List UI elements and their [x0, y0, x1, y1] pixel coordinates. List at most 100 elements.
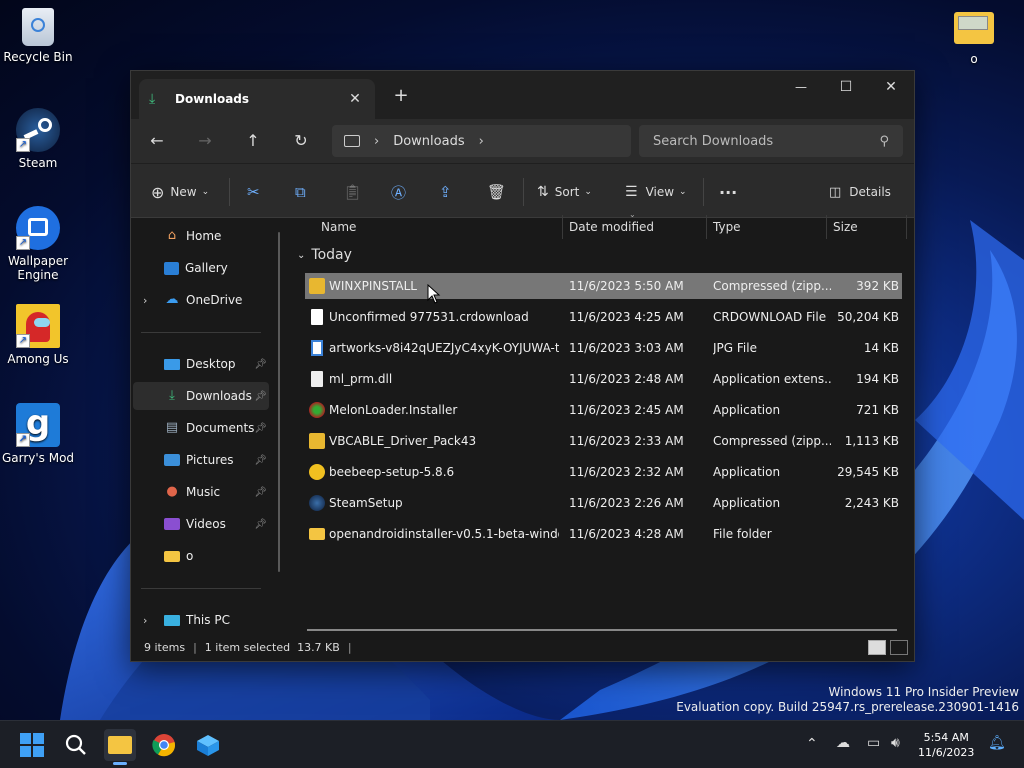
details-view-button[interactable] — [868, 640, 886, 655]
column-header-date[interactable]: Date modified — [569, 213, 654, 241]
column-header-name[interactable]: Name — [321, 213, 356, 241]
chevron-right-icon[interactable]: › — [479, 134, 484, 149]
sidebar-item-pictures[interactable]: Pictures 📌︎ — [133, 446, 269, 474]
clock[interactable]: 5:54 AM 11/6/2023 — [918, 730, 974, 760]
notification-bell-icon[interactable]: 🔔︎ — [988, 735, 1006, 751]
tab-downloads[interactable]: ⤓ Downloads ✕ — [139, 79, 375, 119]
sidebar-item-home[interactable]: ⌂ Home — [133, 222, 269, 250]
sidebar-divider — [141, 588, 261, 589]
taskbar-chrome[interactable] — [148, 729, 180, 761]
sidebar-scrollbar[interactable] — [278, 232, 280, 572]
taskbar-file-explorer[interactable] — [104, 729, 136, 765]
show-hidden-icons-button[interactable]: ⌃ — [806, 736, 818, 752]
search-input[interactable]: Search Downloads ⚲ — [639, 125, 903, 157]
chevron-right-icon[interactable]: › — [143, 614, 147, 627]
file-date: 11/6/2023 5:50 AM — [569, 279, 684, 293]
display-icon[interactable]: ▭ — [867, 735, 880, 751]
paste-button[interactable]: 📋︎ — [343, 180, 362, 204]
desktop-icon-among-us[interactable]: ↗ Among Us — [0, 304, 76, 366]
toolbar-divider — [523, 178, 524, 206]
folder-icon — [164, 550, 180, 562]
details-label: Details — [849, 185, 891, 199]
column-divider[interactable] — [826, 215, 827, 239]
title-bar: ⤓ Downloads ✕ + — ☐ ✕ — [131, 71, 914, 119]
search-button[interactable] — [60, 729, 92, 761]
file-row[interactable]: MelonLoader.Installer 11/6/2023 2:45 AM Ap… — [305, 397, 902, 423]
sidebar-item-gallery[interactable]: Gallery — [133, 254, 269, 282]
breadcrumb[interactable]: › Downloads › — [332, 125, 631, 157]
column-header-type[interactable]: Type — [713, 213, 741, 241]
file-type: File folder — [713, 527, 772, 541]
pin-icon: 📌︎ — [254, 390, 267, 402]
file-row[interactable]: artworks-v8i42qUEZJyC4xyK-OYJUWA-t5... 11… — [305, 335, 902, 361]
start-button[interactable] — [16, 729, 48, 761]
file-row[interactable]: beebeep-setup-5.8.6 11/6/2023 2:32 AM Appl… — [305, 459, 902, 485]
close-tab-icon[interactable]: ✕ — [345, 91, 365, 107]
sidebar-item-videos[interactable]: Videos 📌︎ — [133, 510, 269, 538]
new-button[interactable]: ⊕ New ⌄ — [151, 180, 209, 204]
desktop-icon-folder-o[interactable]: o — [936, 12, 1012, 66]
column-divider[interactable] — [706, 215, 707, 239]
desktop-icon-steam[interactable]: ↗ Steam — [0, 108, 76, 170]
rename-button[interactable]: Ⓐ — [391, 180, 406, 204]
volume-icon[interactable]: 🔊︎ — [891, 735, 900, 751]
garrys-mod-icon: g ↗ — [16, 403, 60, 447]
sidebar-item-label: Music — [186, 485, 221, 499]
new-tab-button[interactable]: + — [391, 85, 411, 106]
file-size: 721 KB — [856, 403, 899, 417]
delete-button[interactable]: 🗑︎ — [487, 180, 506, 204]
taskbar-app-box[interactable] — [192, 729, 224, 761]
sort-button[interactable]: ⇅ Sort ⌄ — [537, 180, 592, 204]
copy-icon: ⧉ — [295, 183, 306, 201]
sidebar-item-desktop[interactable]: Desktop 📌︎ — [133, 350, 269, 378]
sidebar-item-music[interactable]: ● Music 📌︎ — [133, 478, 269, 506]
network-icon[interactable]: ☁︎ — [836, 735, 850, 751]
address-bar: ← → ↑ ↻ › Downloads › Search Downloads ⚲ — [131, 119, 914, 163]
file-row[interactable]: VBCABLE_Driver_Pack43 11/6/2023 2:33 AM Co… — [305, 428, 902, 454]
file-row[interactable]: ml_prm.dll 11/6/2023 2:48 AM Application e… — [305, 366, 902, 392]
desktop-icon-recycle-bin[interactable]: Recycle Bin — [0, 8, 76, 64]
file-row[interactable]: Unconfirmed 977531.crdownload 11/6/2023 4… — [305, 304, 902, 330]
pin-icon: 📌︎ — [254, 486, 267, 498]
view-button[interactable]: ☰ View ⌄ — [625, 180, 687, 204]
chevron-right-icon[interactable]: › — [143, 294, 147, 307]
refresh-button[interactable]: ↻ — [287, 129, 315, 153]
sidebar-item-this-pc[interactable]: › This PC — [133, 606, 269, 634]
sort-label: Sort — [554, 185, 580, 199]
group-header-today[interactable]: ⌄ Today — [297, 247, 352, 263]
chevron-down-icon: ⌄ — [201, 187, 210, 197]
sidebar-item-onedrive[interactable]: › ☁ OneDrive — [133, 286, 269, 314]
share-button[interactable]: ⇪ — [439, 180, 452, 204]
this-pc-icon — [164, 614, 180, 626]
file-list: Name ⌄ Date modified Type Size ⌄ Today W… — [289, 210, 915, 636]
close-button[interactable]: ✕ — [868, 71, 914, 103]
maximize-button[interactable]: ☐ — [823, 71, 869, 103]
share-icon: ⇪ — [439, 183, 452, 201]
file-row[interactable]: SteamSetup 11/6/2023 2:26 AM Application 2,… — [305, 490, 902, 516]
minimize-button[interactable]: — — [778, 71, 824, 103]
group-label: Today — [311, 247, 352, 263]
file-row[interactable]: WINXPINSTALL 11/6/2023 5:50 AM Compressed … — [305, 273, 902, 299]
back-button[interactable]: ← — [143, 129, 171, 153]
horizontal-scrollbar[interactable] — [307, 629, 897, 631]
tiles-view-button[interactable] — [890, 640, 908, 655]
desktop-icon-wallpaper-engine[interactable]: ↗ Wallpaper Engine — [0, 206, 76, 282]
details-pane-button[interactable]: ◫ Details — [829, 180, 891, 204]
see-more-button[interactable]: ··· — [719, 180, 737, 204]
file-row[interactable]: openandroidinstaller-v0.5.1-beta-windo..… — [305, 521, 902, 547]
toolbar-divider — [703, 178, 704, 206]
forward-button[interactable]: → — [191, 129, 219, 153]
breadcrumb-downloads[interactable]: Downloads — [393, 134, 464, 149]
column-header-size[interactable]: Size — [833, 213, 858, 241]
column-divider[interactable] — [562, 215, 563, 239]
column-divider[interactable] — [906, 215, 907, 239]
desktop-icon-garrys-mod[interactable]: g ↗ Garry's Mod — [0, 403, 76, 465]
cut-button[interactable]: ✂ — [247, 180, 260, 204]
downloads-icon: ⤓ — [169, 388, 175, 403]
up-button[interactable]: ↑ — [239, 129, 267, 153]
sidebar-item-downloads[interactable]: ⤓ Downloads 📌︎ — [133, 382, 269, 410]
desktop-icon-label: Wallpaper Engine — [7, 254, 69, 282]
sidebar-item-o[interactable]: o — [133, 542, 269, 570]
copy-button[interactable]: ⧉ — [295, 180, 306, 204]
sidebar-item-documents[interactable]: ▤ Documents 📌︎ — [133, 414, 269, 442]
